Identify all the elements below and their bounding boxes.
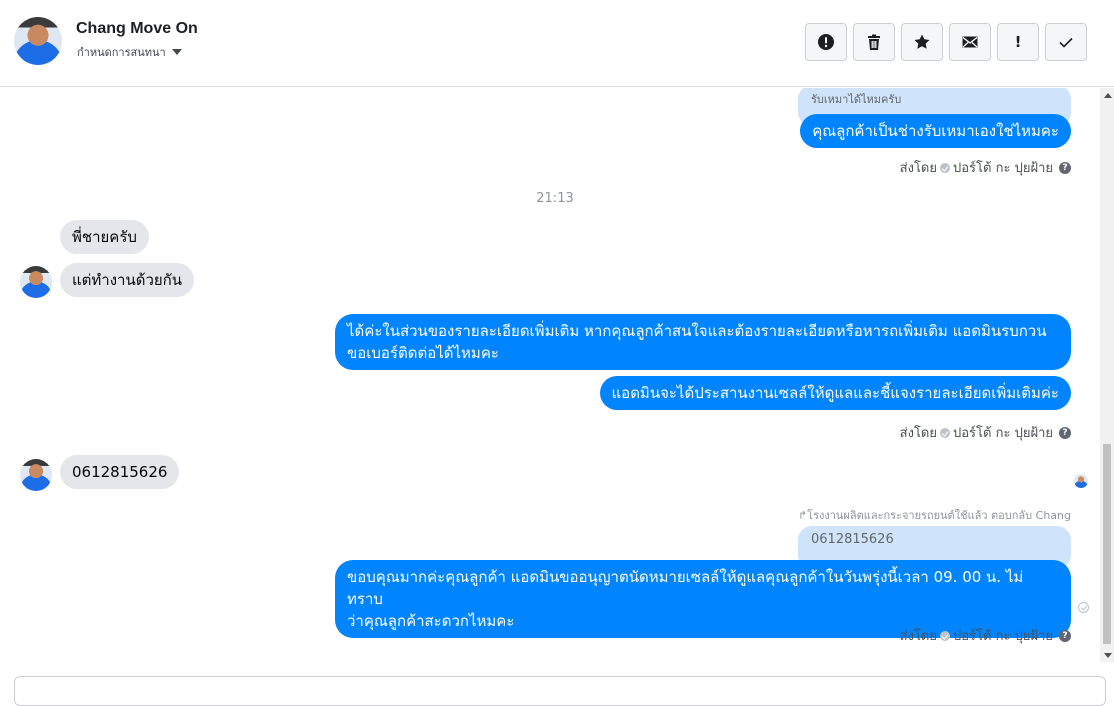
seen-avatar [1074, 474, 1088, 488]
sent-by-label: ส่งโดย [899, 161, 937, 176]
quoted-message-text: 0612815626 [811, 532, 894, 547]
outgoing-message[interactable]: คุณลูกค้าเป็นช่างรับเหมาเองใช่ไหมคะ [800, 114, 1071, 148]
outgoing-message[interactable]: ได้ค่ะในส่วนของรายละเอียดเพิ่มเติม หากคุ… [335, 314, 1071, 370]
scroll-up-arrow-icon[interactable] [1104, 93, 1112, 98]
quoted-message-text: รับเหมาได้ไหมครับ [811, 93, 902, 106]
message-text-line: ขอบคุณมากค่ะคุณลูกค้า แอดมินขออนุญาตนัดห… [347, 568, 1024, 608]
sender-name: ปอร์โต้ กะ ปุยฝ้าย [953, 629, 1053, 644]
help-icon[interactable]: ? [1059, 629, 1071, 642]
contact-avatar[interactable] [14, 17, 62, 65]
scroll-thumb[interactable] [1103, 444, 1111, 644]
sent-by-info: ส่งโดย ปอร์โต้ กะ ปุยฝ้าย ? [900, 625, 1071, 646]
delivered-icon [1078, 602, 1089, 613]
message-thread[interactable]: รับเหมาได้ไหมครับ คุณลูกค้าเป็นช่างรับเห… [0, 88, 1100, 662]
sent-by-info: ส่งโดย ปอร์โต้ กะ ปุยฝ้าย ? [900, 157, 1071, 178]
star-icon [914, 34, 930, 49]
message-text: คุณลูกค้าเป็นช่างรับเหมาเองใช่ไหมคะ [812, 122, 1059, 140]
sent-by-info: ส่งโดย ปอร์โต้ กะ ปุยฝ้าย ? [900, 422, 1071, 443]
contact-avatar-small [20, 266, 52, 298]
help-icon[interactable]: ? [1059, 161, 1071, 174]
scroll-down-arrow-icon[interactable] [1104, 653, 1112, 658]
help-icon[interactable]: ? [1059, 426, 1071, 439]
message-text-line: ขอเบอร์ติดต่อได้ไหมคะ [347, 344, 499, 362]
message-text: 0612815626 [72, 463, 168, 481]
sender-name: ปอร์โต้ กะ ปุยฝ้าย [953, 161, 1053, 176]
incoming-message[interactable]: 0612815626 [60, 455, 180, 489]
message-text: แอดมินจะได้ประสานงานเซลล์ให้ดูแลและชี้แจ… [611, 384, 1059, 402]
message-text: แต่ทำงานด้วยกัน [72, 271, 183, 289]
delete-button[interactable] [853, 23, 895, 61]
mark-spam-button[interactable] [805, 23, 847, 61]
star-button[interactable] [901, 23, 943, 61]
message-text: พี่ชายครับ [72, 228, 137, 246]
sender-name: ปอร์โต้ กะ ปุยฝ้าย [953, 426, 1053, 441]
verified-check-icon [940, 427, 950, 438]
incoming-message[interactable]: แต่ทำงานด้วยกัน [60, 263, 195, 297]
assign-conversation-dropdown[interactable]: กำหนดการสนทนา [77, 43, 182, 61]
reply-context: ↱โรงงานผลิตและกระจายรถยนต์ใช้แล้ว ตอบกลั… [797, 509, 1071, 522]
sent-by-label: ส่งโดย [899, 629, 937, 644]
message-composer[interactable] [14, 676, 1106, 706]
follow-up-button[interactable]: ! [997, 23, 1039, 61]
conversation-toolbar: ! [805, 23, 1087, 61]
mark-done-button[interactable] [1045, 23, 1087, 61]
contact-avatar-small [20, 459, 52, 491]
thread-scrollbar[interactable] [1100, 88, 1114, 662]
incoming-message[interactable]: พี่ชายครับ [60, 220, 149, 254]
contact-name[interactable]: Chang Move On [76, 20, 198, 38]
mail-icon [962, 36, 978, 48]
alert-circle-icon [818, 34, 834, 50]
sent-by-label: ส่งโดย [899, 426, 937, 441]
trash-icon [868, 34, 880, 50]
caret-down-icon [171, 49, 182, 55]
check-icon [1059, 37, 1073, 48]
verified-check-icon [940, 630, 950, 641]
message-text-line: ได้ค่ะในส่วนของรายละเอียดเพิ่มเติม หากคุ… [347, 322, 1047, 340]
timestamp: 21:13 [536, 191, 574, 206]
verified-check-icon [940, 162, 950, 173]
conversation-header: Chang Move On กำหนดการสนทนา ! [0, 0, 1114, 87]
outgoing-message[interactable]: แอดมินจะได้ประสานงานเซลล์ให้ดูแลและชี้แจ… [599, 376, 1071, 410]
assign-conversation-label: กำหนดการสนทนา [77, 46, 166, 59]
exclamation-icon: ! [1014, 33, 1022, 51]
mark-unread-button[interactable] [949, 23, 991, 61]
